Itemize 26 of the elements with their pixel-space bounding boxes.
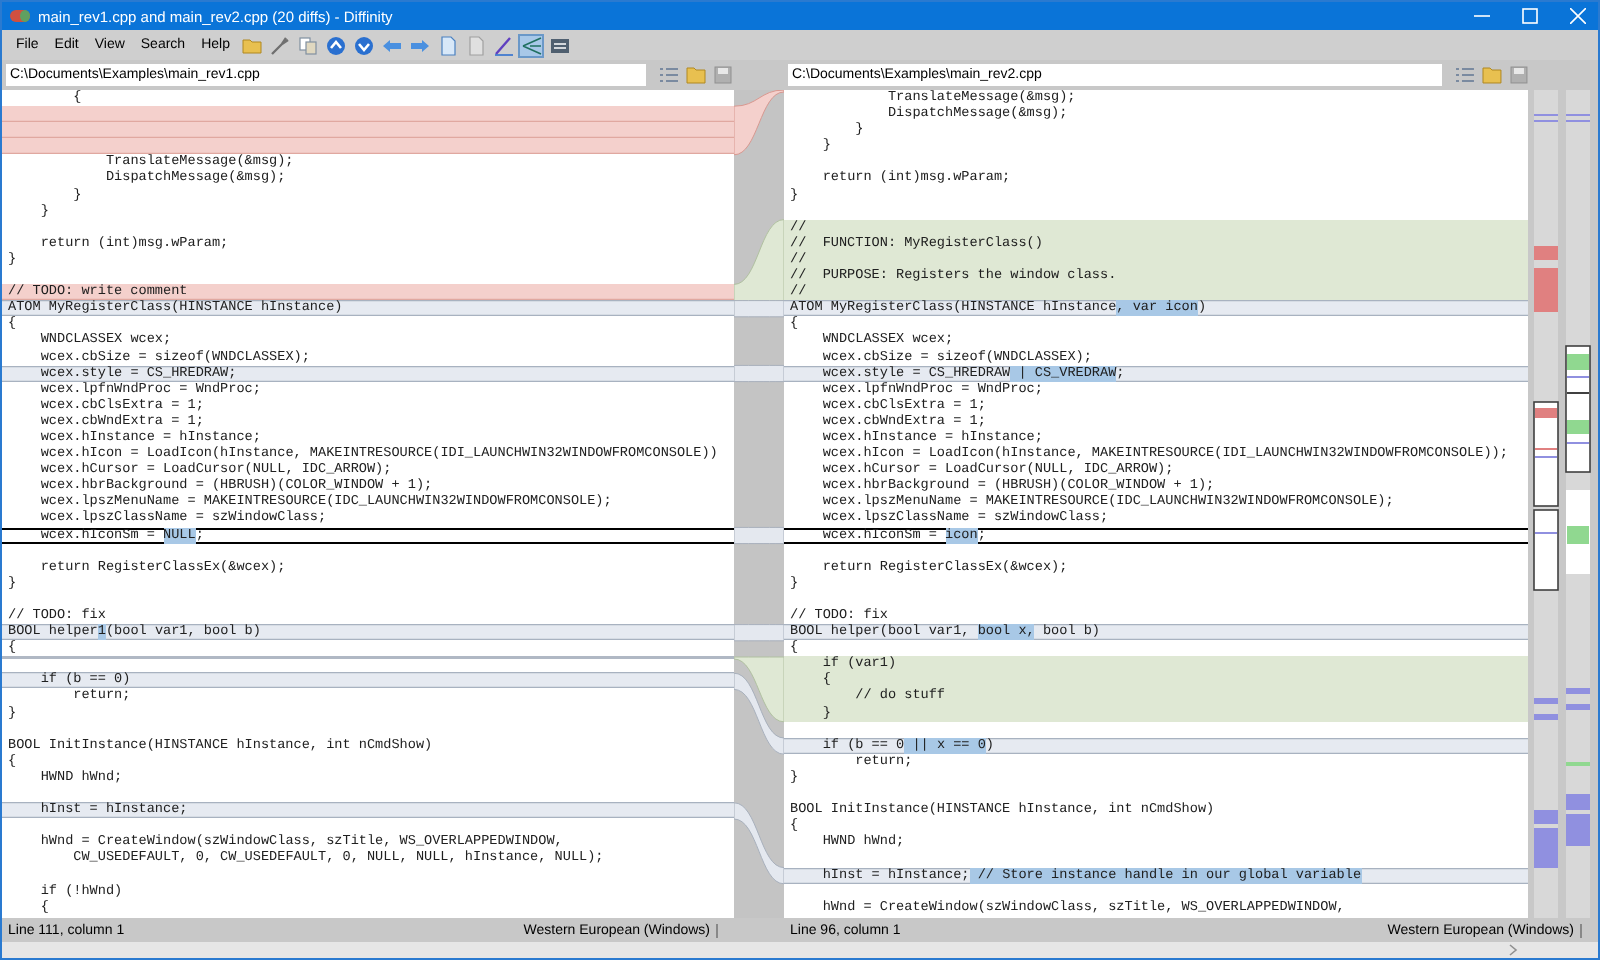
list-icon[interactable]: [1456, 66, 1475, 84]
toolbar-button[interactable]: [266, 33, 293, 57]
right-arrow-icon: [409, 35, 430, 55]
pen-icon: [493, 35, 514, 55]
toolbar-button[interactable]: [490, 33, 517, 57]
copy-icon: [297, 35, 318, 55]
toolbar-button[interactable]: [294, 33, 321, 57]
folder-icon[interactable]: [686, 66, 706, 84]
connector-icon: [521, 35, 542, 55]
toolbar-button[interactable]: [322, 33, 349, 57]
toolbar-button[interactable]: [350, 33, 377, 57]
list-icon[interactable]: [660, 66, 678, 84]
whitespace-icon: [549, 35, 570, 55]
maximize-icon[interactable]: [1522, 8, 1538, 24]
app-icon: [10, 10, 30, 22]
save-icon[interactable]: [1510, 66, 1528, 84]
left-arrow-icon: [381, 35, 402, 55]
document-icon: [437, 35, 458, 55]
scroll-right-icon[interactable]: [1508, 944, 1518, 956]
folder-icon: [241, 35, 262, 55]
document-icon: [465, 35, 486, 55]
connector-lines-button[interactable]: [518, 33, 545, 57]
save-icon[interactable]: [714, 66, 732, 84]
folder-icon[interactable]: [1482, 66, 1503, 84]
close-icon[interactable]: [1570, 8, 1586, 24]
toolbar-button[interactable]: [546, 33, 573, 57]
